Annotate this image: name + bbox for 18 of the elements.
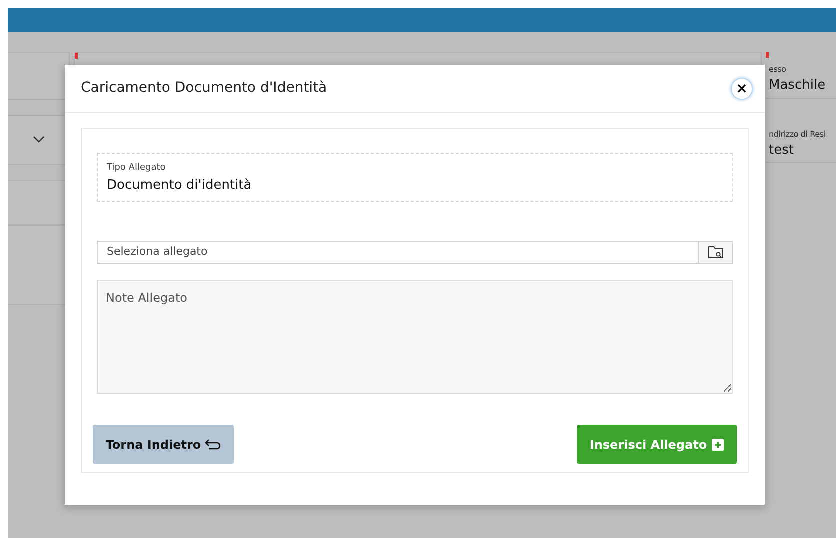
browse-button[interactable]: [698, 241, 733, 264]
file-field[interactable]: Seleziona allegato: [97, 241, 698, 264]
required-mark: [766, 52, 769, 58]
folder-search-icon: [708, 246, 724, 259]
required-mark: [75, 53, 78, 59]
field-label: esso: [769, 64, 788, 76]
field-label: ndirizzo di Resi: [769, 128, 827, 140]
chevron-icon: [33, 136, 45, 144]
return-arrow-icon: [205, 438, 222, 450]
dialog-title: Caricamento Documento d'Identità: [81, 79, 328, 98]
notes-field[interactable]: Note Allegato: [97, 280, 733, 394]
close-button[interactable]: ×: [731, 78, 753, 100]
field-value: Documento di'identità: [107, 178, 252, 192]
back-button[interactable]: Torna Indietro: [93, 425, 234, 464]
field-label: Tipo Allegato: [107, 162, 167, 175]
field-value: Maschile: [769, 78, 826, 93]
field-value: test: [769, 142, 794, 158]
plus-square-icon: [712, 438, 724, 450]
